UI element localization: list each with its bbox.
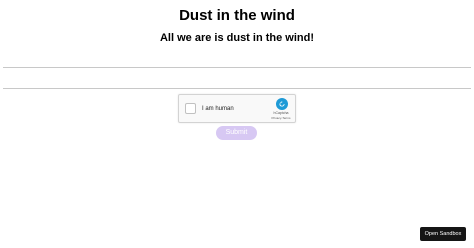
captcha-links: Privacy - Terms xyxy=(267,116,295,120)
captcha-terms-link[interactable]: Terms xyxy=(282,116,290,120)
divider-top xyxy=(3,67,471,68)
hcaptcha-logo-icon xyxy=(276,98,288,110)
captcha-checkbox[interactable] xyxy=(185,103,196,114)
open-sandbox-button[interactable]: Open Sandbox xyxy=(420,227,466,241)
submit-button[interactable]: Submit xyxy=(216,126,257,140)
page-title: Dust in the wind xyxy=(179,7,295,24)
page-subtitle: All we are is dust in the wind! xyxy=(159,32,315,44)
captcha-privacy-link[interactable]: Privacy xyxy=(271,116,281,120)
page: Dust in the wind All we are is dust in t… xyxy=(0,0,474,248)
captcha-label: I am human xyxy=(202,106,234,112)
divider-bottom xyxy=(3,88,471,89)
captcha-widget: I am human hCaptcha Privacy - Terms xyxy=(178,94,296,123)
